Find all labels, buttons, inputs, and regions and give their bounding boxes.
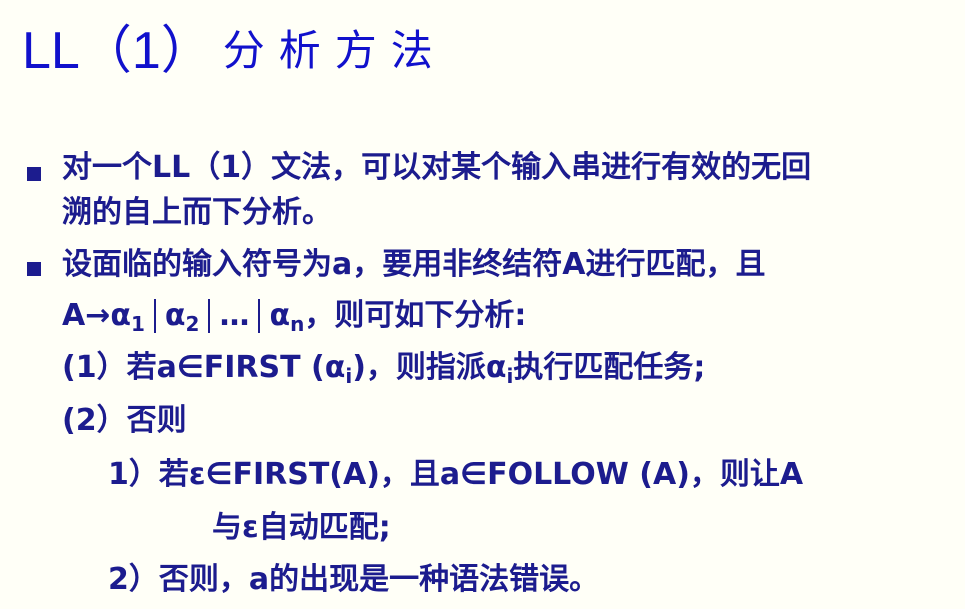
alpha-symbol: α [269, 298, 291, 333]
case-1-prefix: (1）若a∈FIRST ( [62, 350, 325, 385]
case-1-suffix: 执行匹配任务; [513, 350, 706, 385]
subscript: 1 [130, 312, 145, 336]
alpha-symbol: α [485, 350, 507, 385]
case-2: (2）否则 [62, 403, 187, 438]
production-lhs: A→ [62, 298, 111, 333]
square-bullet-icon [27, 262, 41, 276]
alpha-symbol: α [164, 298, 186, 333]
alpha-symbol: α [324, 350, 346, 385]
bullet-1-line-2: 溯的自上而下分析。 [62, 195, 332, 230]
alternative-bar [258, 299, 261, 333]
subscript: 2 [185, 312, 200, 336]
production-tail: ，则可如下分析: [304, 298, 527, 333]
subscript: n [290, 312, 305, 336]
ellipsis: … [219, 298, 250, 333]
sub-case-1-line-2: 与ε自动匹配; [212, 510, 391, 545]
alternative-bar [208, 299, 211, 333]
case-1: (1）若a∈FIRST (αi)，则指派αi执行匹配任务; [62, 348, 705, 388]
slide-title-latin: LL（1） [22, 22, 213, 80]
slide-title-cjk: 分析方法 [222, 26, 447, 75]
alternative-bar [153, 299, 156, 333]
production-rule: A→α1 α2… αn，则可如下分析: [62, 296, 526, 336]
sub-case-1-line-1: 1）若ε∈FIRST(A)，且a∈FOLLOW (A)，则让A [108, 457, 804, 492]
slide-title: LL（1） 分析方法 [22, 16, 447, 86]
alpha-symbol: α [110, 298, 131, 333]
square-bullet-icon [27, 167, 41, 181]
bullet-1-line-1: 对一个LL（1）文法，可以对某个输入串进行有效的无回 [62, 150, 812, 185]
sub-case-2: 2）否则，a的出现是一种语法错误。 [108, 562, 600, 597]
case-1-middle: )，则指派 [352, 350, 486, 385]
bullet-2-line-1: 设面临的输入符号为a，要用非终结符A进行匹配，且 [62, 247, 766, 282]
